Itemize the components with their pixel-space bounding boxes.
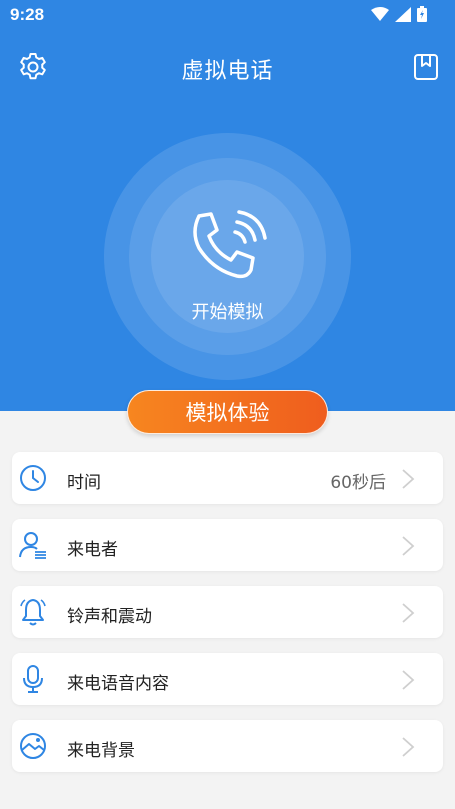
page-title: 虚拟电话 [181, 59, 274, 84]
list-item-label: 铃声和震动 [67, 607, 152, 627]
simulate-experience-button[interactable]: 模拟体验 [127, 390, 328, 434]
wifi-icon [371, 7, 389, 21]
bookmark-icon [414, 54, 438, 80]
signal-icon [395, 6, 411, 22]
clock-icon [20, 465, 46, 491]
phone-call-icon [193, 210, 267, 279]
caller-icon [19, 532, 46, 559]
list-item-label: 来电背景 [67, 741, 135, 761]
bell-icon [20, 599, 46, 626]
list-item-time[interactable]: 时间 60秒后 [12, 452, 443, 504]
status-icons [371, 6, 427, 22]
bookmark-button[interactable] [410, 51, 442, 83]
list-item-value: 60秒后 [330, 473, 386, 493]
status-time: 9:28 [10, 5, 45, 24]
chevron-right-icon [402, 469, 415, 489]
microphone-icon [23, 665, 43, 693]
list-item-label: 来电者 [67, 540, 118, 560]
start-simulation-label: 开始模拟 [191, 302, 264, 323]
chevron-right-icon [402, 536, 415, 556]
app-bar: 虚拟电话 [0, 40, 455, 92]
list-item-label: 来电语音内容 [67, 674, 169, 694]
background-icon [20, 733, 46, 759]
chevron-right-icon [402, 737, 415, 757]
status-bar: 9:28 [0, 0, 455, 30]
list-item-background[interactable]: 来电背景 [12, 720, 443, 772]
chevron-right-icon [402, 670, 415, 690]
list-item-ringtone[interactable]: 铃声和震动 [12, 586, 443, 638]
list-item-caller[interactable]: 来电者 [12, 519, 443, 571]
battery-icon [417, 6, 427, 22]
chevron-right-icon [402, 603, 415, 623]
list-item-label: 时间 [67, 473, 101, 493]
list-item-voice-content[interactable]: 来电语音内容 [12, 653, 443, 705]
